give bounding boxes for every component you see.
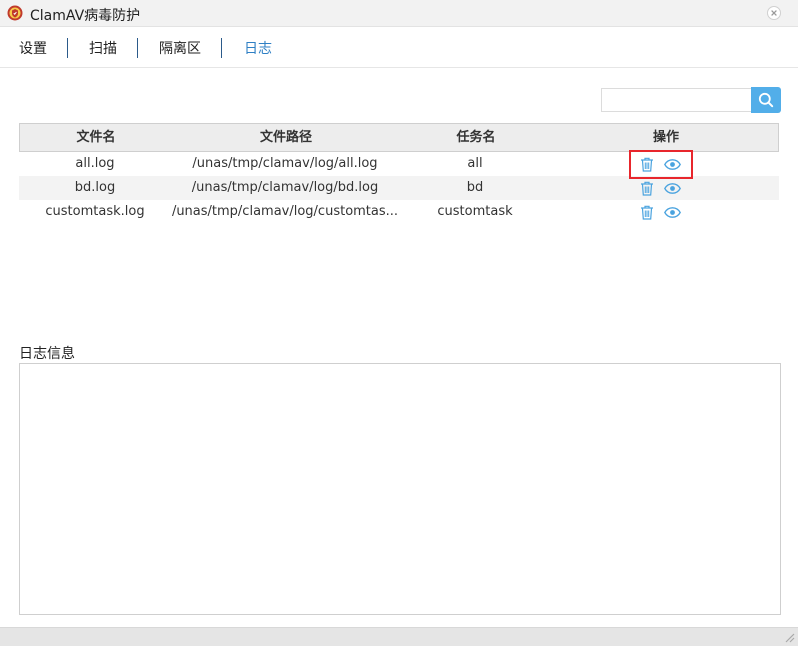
table-header: 文件名 文件路径 任务名 操作	[19, 123, 779, 152]
status-bar	[0, 627, 798, 646]
tab-divider	[221, 38, 222, 58]
eye-icon[interactable]	[664, 159, 681, 170]
close-icon[interactable]	[767, 6, 781, 20]
cell-file-path: /unas/tmp/clamav/log/customtas...	[171, 204, 399, 219]
log-content-area[interactable]	[19, 363, 781, 615]
tab-logs[interactable]: 日志	[244, 38, 272, 58]
column-header-actions: 操作	[652, 130, 679, 145]
tab-settings[interactable]: 设置	[19, 38, 47, 58]
window-title: ClamAV病毒防护	[30, 8, 141, 24]
shield-logo-icon	[7, 5, 23, 21]
cell-file-path: /unas/tmp/clamav/log/bd.log	[191, 180, 379, 195]
tab-quarantine[interactable]: 隔离区	[159, 38, 201, 58]
eye-icon[interactable]	[664, 207, 681, 218]
title-bar: ClamAV病毒防护	[0, 0, 798, 27]
cell-task-name: customtask	[437, 204, 513, 219]
tab-divider	[137, 38, 138, 58]
search-input[interactable]	[601, 88, 753, 112]
column-header-file-name: 文件名	[76, 130, 116, 145]
resize-grip-icon[interactable]	[784, 632, 795, 643]
trash-icon[interactable]	[640, 181, 654, 196]
trash-icon[interactable]	[640, 205, 654, 220]
log-info-label: 日志信息	[19, 346, 75, 362]
cell-actions	[551, 176, 779, 200]
search-icon	[758, 92, 774, 108]
cell-file-name: bd.log	[74, 180, 116, 195]
log-table: 文件名 文件路径 任务名 操作 all.log /unas/tmp/clamav…	[19, 123, 779, 224]
column-header-file-path: 文件路径	[259, 130, 312, 145]
cell-file-path: /unas/tmp/clamav/log/all.log	[192, 156, 378, 171]
app-window: ClamAV病毒防护 设置 扫描 隔离区 日志 文件名 文件路径 任务名 操作 …	[0, 0, 798, 646]
tab-divider	[67, 38, 68, 58]
column-header-task-name: 任务名	[456, 130, 496, 145]
table-row[interactable]: customtask.log /unas/tmp/clamav/log/cust…	[19, 200, 779, 224]
tab-bar: 设置 扫描 隔离区 日志	[0, 28, 798, 68]
table-row[interactable]: bd.log /unas/tmp/clamav/log/bd.log bd	[19, 176, 779, 200]
trash-icon[interactable]	[640, 157, 654, 172]
cell-actions	[551, 200, 779, 224]
cell-task-name: all	[467, 156, 483, 171]
tab-scan[interactable]: 扫描	[89, 38, 117, 58]
cell-file-name: all.log	[75, 156, 115, 171]
search-button[interactable]	[751, 87, 781, 113]
cell-file-name: customtask.log	[45, 204, 145, 219]
table-row[interactable]: all.log /unas/tmp/clamav/log/all.log all	[19, 152, 779, 176]
eye-icon[interactable]	[664, 183, 681, 194]
cell-actions	[551, 152, 779, 176]
cell-task-name: bd	[466, 180, 484, 195]
